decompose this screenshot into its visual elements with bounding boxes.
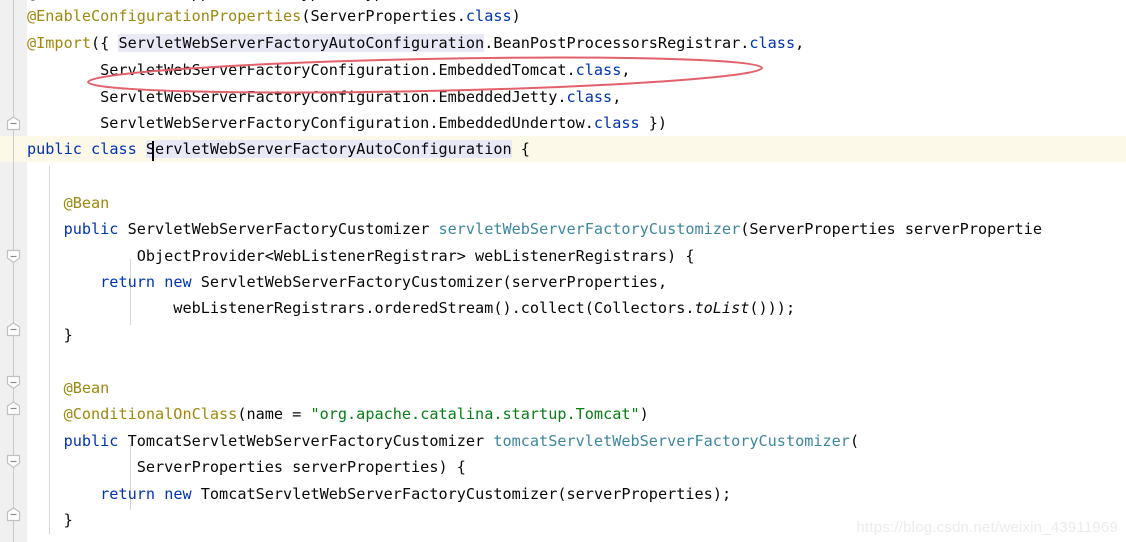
code-line[interactable]: @Bean <box>27 375 1126 401</box>
code-line[interactable] <box>27 163 1126 189</box>
code-token: (name = <box>237 405 311 423</box>
code-token: class <box>749 34 796 52</box>
code-token: webListenerRegistrars.orderedStream().co… <box>27 299 695 317</box>
code-line[interactable]: public TomcatServletWebServerFactoryCust… <box>27 428 1126 454</box>
code-token: servletWebServerFactoryCustomizer <box>438 220 741 238</box>
code-token: class <box>566 88 613 106</box>
code-token: ServletWebServerFactoryCustomizer <box>118 220 439 238</box>
code-token: ) <box>511 7 521 25</box>
code-line[interactable]: ServerProperties serverProperties) { <box>27 454 1126 480</box>
code-token: ())); <box>749 299 796 317</box>
code-token: new <box>164 273 192 291</box>
clipped-line-above: @ConditionalOnWebApplication(type = Type… <box>27 0 1126 6</box>
code-token: @ConditionalOnClass <box>63 405 238 423</box>
code-line[interactable]: @Import({ ServletWebServerFactoryAutoCon… <box>27 30 1126 56</box>
code-editor[interactable]: @ConditionalOnWebApplication(type = Type… <box>0 0 1126 542</box>
code-token: public <box>63 432 119 450</box>
code-token: toList <box>694 299 750 317</box>
code-line[interactable]: } <box>27 322 1126 348</box>
fold-collapse-icon[interactable] <box>6 507 21 522</box>
code-token: (ServerProperties serverPropertie <box>740 220 1042 238</box>
code-token: @Import <box>27 34 92 52</box>
code-token: @EnableConfigurationProperties <box>27 7 302 25</box>
code-token: ServletWebServerFactoryConfiguration.Emb… <box>27 114 594 132</box>
code-token: return <box>100 485 156 503</box>
code-token: .BeanPostProcessorsRegistrar. <box>484 34 750 52</box>
code-token: @Bean <box>63 379 110 397</box>
code-token: class <box>593 114 640 132</box>
code-line[interactable]: ServletWebServerFactoryConfiguration.Emb… <box>27 84 1126 110</box>
code-token: , <box>612 88 622 106</box>
highlighted-identifier: ServletWebServerFactoryAutoConfiguration <box>145 140 512 158</box>
code-token: class <box>91 140 137 158</box>
code-token: , <box>621 61 631 79</box>
code-token: , <box>795 34 805 52</box>
code-line[interactable]: ServletWebServerFactoryConfiguration.Emb… <box>27 110 1126 136</box>
code-token: new <box>164 485 192 503</box>
fold-collapse-icon[interactable] <box>6 322 21 337</box>
code-token: ({ <box>91 34 119 52</box>
gutter-separator-segment <box>13 136 14 162</box>
code-token: tomcatServletWebServerFactoryCustomizer <box>493 432 850 450</box>
fold-collapse-icon[interactable] <box>6 116 21 131</box>
code-line[interactable] <box>27 349 1126 375</box>
code-token: ServletWebServerFactoryConfiguration.Emb… <box>27 88 567 106</box>
code-text-area[interactable]: @ConditionalOnWebApplication(type = Type… <box>27 0 1126 542</box>
code-line[interactable]: public class ServletWebServerFactoryAuto… <box>27 136 1126 162</box>
code-line[interactable]: public ServletWebServerFactoryCustomizer… <box>27 216 1126 242</box>
code-token: TomcatServletWebServerFactoryCustomizer <box>118 432 494 450</box>
code-token: class <box>575 61 622 79</box>
code-token: { <box>511 140 530 158</box>
code-token: ServletWebServerFactoryCustomizer(server… <box>191 273 668 291</box>
highlighted-identifier: ServletWebServerFactoryAutoConfiguration <box>118 34 485 52</box>
code-line[interactable]: @EnableConfigurationProperties(ServerPro… <box>27 3 1126 29</box>
fold-collapse-icon[interactable] <box>6 401 21 416</box>
code-token: ) <box>639 405 649 423</box>
code-token: class <box>465 7 512 25</box>
code-token: public <box>63 220 119 238</box>
fold-expand-icon[interactable] <box>6 375 21 390</box>
fold-expand-icon[interactable] <box>6 249 21 264</box>
code-line[interactable]: webListenerRegistrars.orderedStream().co… <box>27 295 1126 321</box>
code-token: ObjectProvider<WebListenerRegistrar> web… <box>27 247 695 265</box>
code-token: ServerProperties serverProperties) { <box>27 458 466 476</box>
code-line[interactable]: return new TomcatServletWebServerFactory… <box>27 481 1126 507</box>
code-token: @Bean <box>63 194 110 212</box>
text-caret <box>152 141 154 161</box>
watermark-url: https://blog.csdn.net/weixin_43911969 <box>856 519 1118 536</box>
code-line[interactable]: @Bean <box>27 190 1126 216</box>
code-token: ServletWebServerFactoryConfiguration.Emb… <box>27 61 576 79</box>
code-line[interactable]: return new ServletWebServerFactoryCustom… <box>27 269 1126 295</box>
code-token: } <box>27 511 73 529</box>
code-line[interactable]: ObjectProvider<WebListenerRegistrar> web… <box>27 243 1126 269</box>
code-token: (ServerProperties. <box>301 7 466 25</box>
code-token: return <box>100 273 156 291</box>
code-line[interactable]: @ConditionalOnClass(name = "org.apache.c… <box>27 401 1126 427</box>
code-token: ( <box>849 432 860 450</box>
fold-expand-icon[interactable] <box>6 454 21 469</box>
code-token: TomcatServletWebServerFactoryCustomizer(… <box>191 485 732 503</box>
code-token: "org.apache.catalina.startup.Tomcat" <box>310 405 640 423</box>
code-token: }) <box>639 114 668 132</box>
code-token: } <box>27 326 73 344</box>
code-token: public <box>27 140 82 158</box>
code-line[interactable]: ServletWebServerFactoryConfiguration.Emb… <box>27 57 1126 83</box>
